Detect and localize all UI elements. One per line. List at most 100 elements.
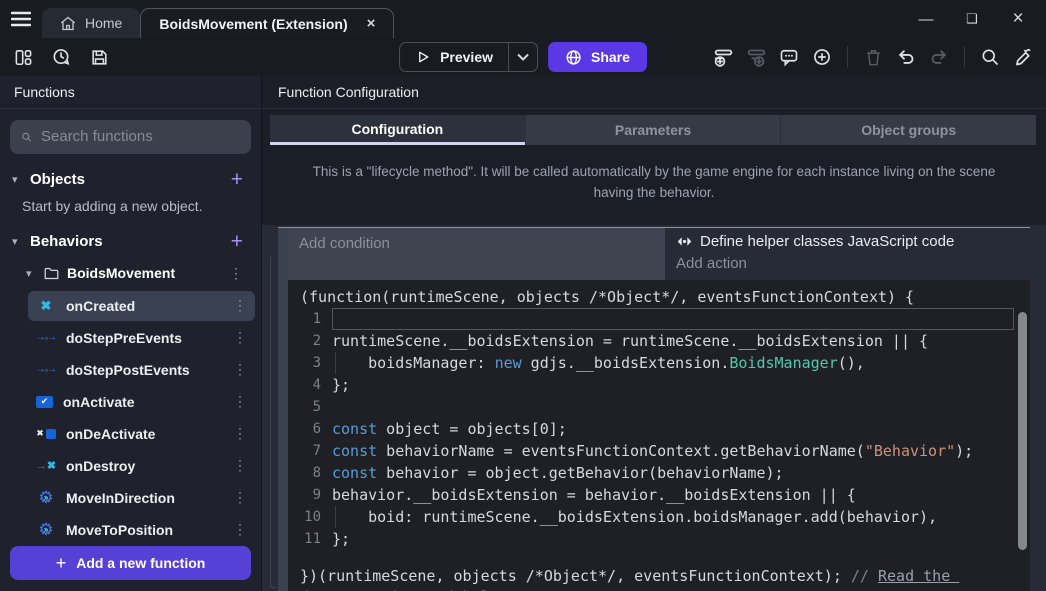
add-subevent-button[interactable] [745, 46, 767, 68]
function-item-oncreated[interactable]: onCreated ⋮ [28, 291, 255, 321]
kebab-menu-icon[interactable]: ⋮ [227, 297, 253, 314]
function-configuration-panel: Function Configuration ConfigurationPara… [262, 76, 1046, 591]
add-button[interactable] [811, 46, 833, 68]
code-line[interactable]: 4}; [288, 374, 1030, 396]
tab-configuration[interactable]: Configuration [270, 115, 525, 145]
line-number: 10 [288, 506, 332, 528]
function-item-onactivate[interactable]: onActivate ⋮ [28, 387, 255, 417]
add-event-button[interactable] [712, 46, 734, 68]
code-line[interactable]: 7const behaviorName = eventsFunctionCont… [288, 440, 1030, 462]
javascript-code-editor[interactable]: (function(runtimeScene, objects /*Object… [288, 280, 1030, 591]
home-icon [60, 16, 76, 31]
preview-button[interactable]: Preview [399, 42, 538, 72]
preview-dropdown-button[interactable] [509, 53, 537, 61]
kebab-menu-icon[interactable]: ⋮ [227, 489, 253, 506]
function-item-label: onDeActivate [66, 426, 217, 442]
add-action-button[interactable]: Add action [670, 252, 1030, 275]
save-button[interactable] [88, 46, 110, 68]
add-behavior-button[interactable]: + [227, 231, 247, 252]
gear-icon: » [36, 489, 56, 507]
undo-icon [896, 47, 916, 67]
function-item-dosteppostevents[interactable]: ◦doStepPostEvents⋮ [28, 355, 255, 385]
code-line[interactable]: 11}; [288, 528, 1030, 550]
function-item-moveindirection[interactable]: »MoveInDirection⋮ [28, 483, 255, 513]
editor-scrollbar[interactable] [1018, 312, 1027, 550]
divider [847, 46, 848, 68]
code-line[interactable]: 9behavior.__boidsExtension = behavior.__… [288, 484, 1030, 506]
layout-panels-icon [14, 48, 33, 67]
play-icon [415, 49, 431, 65]
steps-icon: ◦ [36, 361, 56, 379]
js-code-icon [676, 235, 693, 248]
function-item-label: onActivate [63, 394, 217, 410]
close-tab-icon[interactable]: × [367, 15, 376, 32]
share-button[interactable]: Share [548, 42, 647, 72]
chevron-down-icon: ▾ [12, 173, 22, 186]
save-floppy-icon [90, 48, 109, 67]
function-item-label: onDestroy [66, 458, 217, 474]
kebab-menu-icon[interactable]: ⋮ [227, 393, 253, 410]
code-line[interactable]: 3 boidsManager: new gdjs.__boidsExtensio… [288, 352, 1030, 374]
code-line[interactable]: 6const object = objects[0]; [288, 418, 1030, 440]
add-condition-button[interactable]: Add condition [288, 228, 665, 280]
search-functions-box[interactable] [10, 120, 251, 154]
panel-title: Function Configuration [262, 76, 1046, 109]
add-object-button[interactable]: + [227, 169, 247, 190]
function-item-ondestroy[interactable]: onDestroy ⋮ [28, 451, 255, 481]
function-item-movetoposition[interactable]: »MoveToPosition⋮ [28, 515, 255, 545]
tab-boidsmovement-extension[interactable]: BoidsMovement (Extension) × [140, 8, 394, 38]
gear-icon: » [36, 521, 56, 539]
preview-button-label: Preview [440, 49, 493, 65]
kebab-menu-icon[interactable]: ⋮ [227, 457, 253, 474]
objects-empty-hint: Start by adding a new object. [0, 196, 261, 222]
function-item-ondeactivate[interactable]: onDeActivate ⋮ [28, 419, 255, 449]
search-events-button[interactable] [979, 46, 1001, 68]
code-footer-line: })(runtimeScene, objects /*Object*/, eve… [288, 566, 1030, 591]
javascript-event[interactable]: Add condition Define helper classes Java… [278, 227, 1030, 591]
redo-button[interactable] [928, 46, 950, 68]
add-comment-button[interactable] [778, 46, 800, 68]
toolbar: Preview Share [0, 38, 1046, 76]
line-number: 6 [288, 418, 332, 440]
search-icon [21, 129, 32, 145]
kebab-menu-icon[interactable]: ⋮ [227, 521, 253, 538]
line-number: 4 [288, 374, 332, 396]
maximize-button[interactable]: ❑ [956, 4, 988, 34]
add-new-function-button[interactable]: + Add a new function [10, 546, 251, 580]
delete-button[interactable] [862, 46, 884, 68]
sidebar-title: Functions [0, 76, 261, 109]
tab-home[interactable]: Home [42, 8, 140, 38]
undo-button[interactable] [895, 46, 917, 68]
kebab-menu-icon[interactable]: ⋮ [227, 425, 253, 442]
tab-parameters[interactable]: Parameters [525, 115, 781, 145]
code-line[interactable]: 8const behavior = object.getBehavior(beh… [288, 462, 1030, 484]
code-line[interactable]: 10 boid: runtimeScene.__boidsExtension.b… [288, 506, 1030, 528]
add-subevent-icon [746, 47, 767, 68]
behavior-group-boidsmovement[interactable]: ▾ BoidsMovement ⋮ [0, 258, 261, 289]
objects-section-header[interactable]: ▾ Objects + [0, 160, 261, 196]
code-line[interactable]: 5 [288, 396, 1030, 418]
chevron-down-icon: ▾ [12, 235, 22, 248]
close-window-button[interactable]: × [1002, 4, 1034, 34]
behavior-group-label: BoidsMovement [67, 265, 215, 281]
toggle-panels-button[interactable] [12, 46, 34, 68]
kebab-menu-icon[interactable]: ⋮ [227, 329, 253, 346]
code-line[interactable]: 1 [288, 308, 1030, 330]
kebab-menu-icon[interactable]: ⋮ [227, 361, 253, 378]
function-item-label: onCreated [66, 298, 217, 314]
behaviors-section-header[interactable]: ▾ Behaviors + [0, 222, 261, 258]
minimize-button[interactable]: — [910, 4, 942, 34]
code-line[interactable]: 2runtimeScene.__boidsExtension = runtime… [288, 330, 1030, 352]
tab-object-groups[interactable]: Object groups [780, 115, 1036, 145]
search-functions-input[interactable] [41, 128, 240, 145]
deactivate-icon [36, 425, 56, 443]
add-new-function-label: Add a new function [76, 555, 205, 571]
edit-extension-button[interactable] [1012, 46, 1034, 68]
event-drag-handle[interactable] [278, 228, 288, 591]
history-button[interactable] [50, 46, 72, 68]
kebab-menu-icon[interactable]: ⋮ [223, 265, 249, 282]
main-menu-button[interactable] [0, 0, 42, 38]
function-item-dosteppreevents[interactable]: ◦doStepPreEvents⋮ [28, 323, 255, 353]
code-line-text: }; [332, 528, 1014, 550]
js-event-title[interactable]: Define helper classes JavaScript code [670, 231, 1030, 252]
